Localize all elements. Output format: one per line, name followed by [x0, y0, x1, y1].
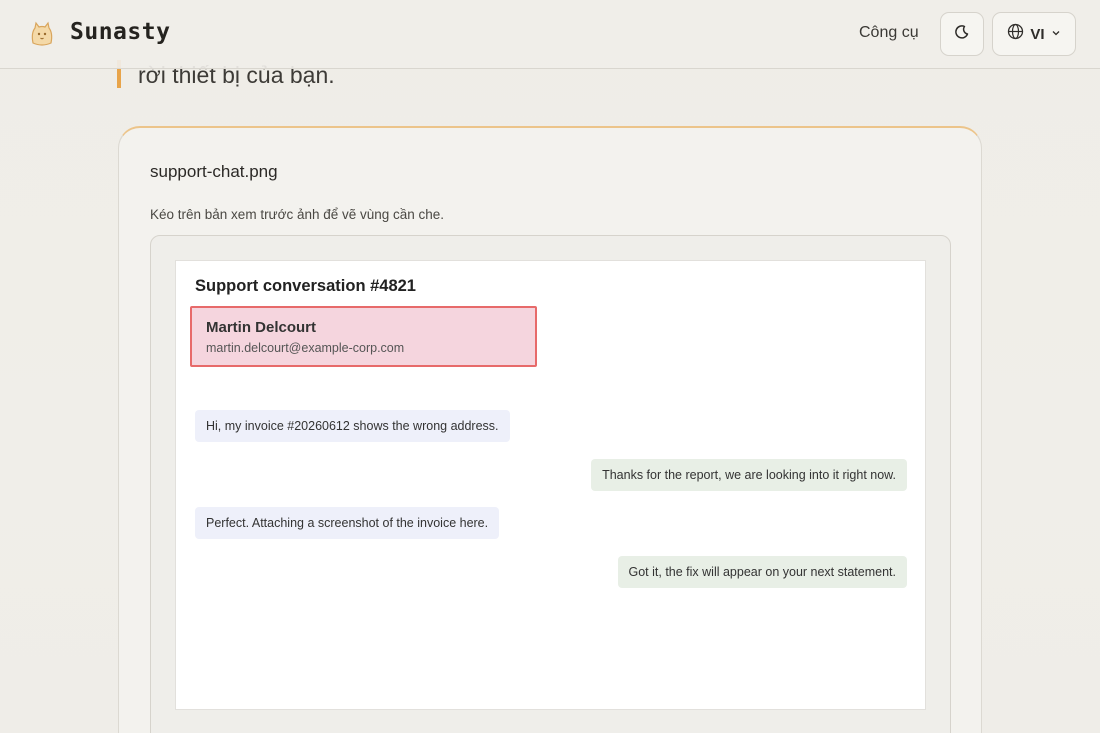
redaction-region[interactable]: Martin Delcourt martin.delcourt@example-…	[190, 306, 537, 367]
preview-image[interactable]: Support conversation #4821 Martin Delcou…	[175, 260, 926, 710]
moon-icon	[954, 24, 970, 45]
message-bubble-customer: Hi, my invoice #20260612 shows the wrong…	[195, 410, 510, 442]
chevron-down-icon	[1051, 25, 1061, 43]
message-bubble-customer: Perfect. Attaching a screenshot of the i…	[195, 507, 500, 539]
language-label: VI	[1030, 25, 1045, 43]
theme-toggle-button[interactable]	[940, 12, 984, 56]
drawing-hint: Kéo trên bản xem trước ảnh để vẽ vùng cầ…	[150, 207, 445, 222]
conversation-title: Support conversation #4821	[195, 277, 416, 295]
language-select-button[interactable]: VI	[992, 12, 1076, 56]
globe-icon	[1007, 23, 1024, 45]
contact-name: Martin Delcourt	[206, 319, 317, 336]
top-navigation-bar: Sunasty Công cụ VI	[0, 0, 1100, 69]
image-preview-canvas[interactable]: Support conversation #4821 Martin Delcou…	[150, 235, 951, 733]
redaction-card: support-chat.png Kéo trên bản xem trước …	[118, 126, 982, 733]
file-name: support-chat.png	[150, 162, 278, 181]
tools-menu-link[interactable]: Công cụ	[859, 24, 919, 42]
message-bubble-agent: Thanks for the report, we are looking in…	[591, 459, 907, 491]
brand-name[interactable]: Sunasty	[70, 19, 170, 45]
message-bubble-agent: Got it, the fix will appear on your next…	[617, 556, 907, 588]
contact-email: martin.delcourt@example-corp.com	[206, 341, 405, 355]
cat-logo-icon[interactable]	[27, 19, 57, 49]
